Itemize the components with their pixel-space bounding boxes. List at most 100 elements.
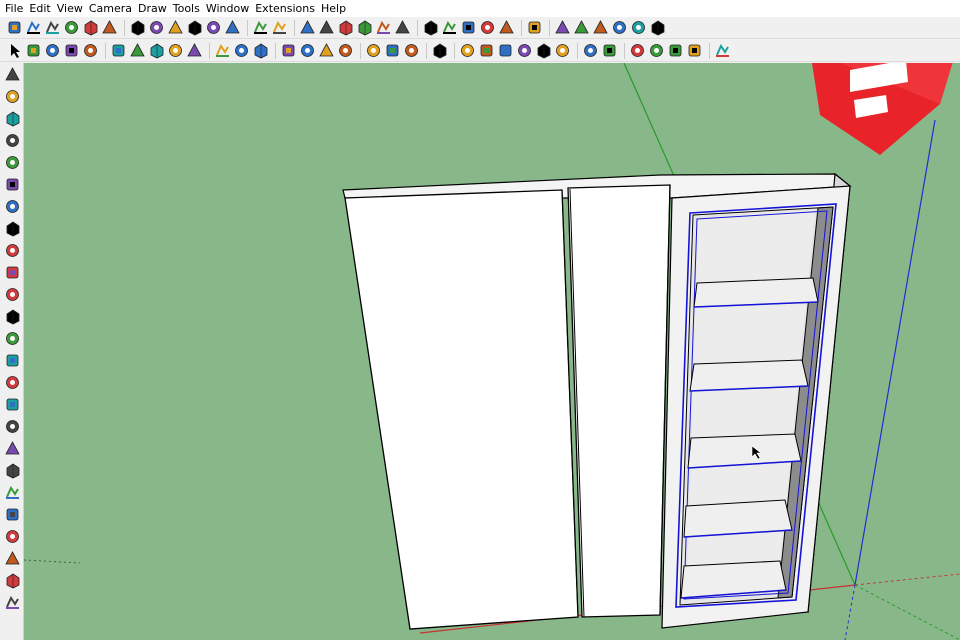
sandbox-smoove-icon[interactable] — [478, 42, 495, 59]
adjust-sliders-icon[interactable] — [2, 329, 22, 347]
home-icon[interactable] — [375, 19, 392, 36]
select-icon[interactable] — [6, 42, 23, 59]
cube-back-icon[interactable] — [82, 19, 99, 36]
cube-top-icon[interactable] — [25, 19, 42, 36]
zoom-icon[interactable] — [318, 42, 335, 59]
shelf[interactable] — [683, 499, 793, 538]
panel-g-icon[interactable] — [2, 527, 22, 545]
model-viewport[interactable] — [24, 63, 960, 640]
dc-options-icon[interactable] — [630, 19, 647, 36]
panel-f-icon[interactable] — [2, 505, 22, 523]
flask-icon[interactable] — [526, 19, 543, 36]
panel-h-icon[interactable] — [2, 549, 22, 567]
component-icon[interactable] — [299, 19, 316, 36]
section-plane-icon[interactable] — [129, 19, 146, 36]
pencil-icon[interactable] — [44, 42, 61, 59]
warning-icon[interactable] — [252, 19, 269, 36]
menu-tools[interactable]: Tools — [172, 0, 205, 17]
menu-camera[interactable]: Camera — [88, 0, 137, 17]
eraser-icon[interactable] — [25, 42, 42, 59]
ruby-console-icon[interactable] — [573, 19, 590, 36]
menu-draw[interactable]: Draw — [137, 0, 172, 17]
push-pull-icon[interactable] — [110, 42, 127, 59]
shelf[interactable] — [693, 277, 819, 308]
tape-measure-icon[interactable] — [214, 42, 231, 59]
ruby-icon[interactable] — [554, 19, 571, 36]
shelf[interactable] — [689, 359, 809, 392]
blank-icon[interactable] — [2, 153, 22, 171]
house-icon[interactable] — [337, 19, 354, 36]
panel-i-icon[interactable] — [2, 571, 22, 589]
gallery-icon[interactable] — [356, 19, 373, 36]
extension-c-icon[interactable] — [460, 19, 477, 36]
cube-right-icon[interactable] — [63, 19, 80, 36]
follow-me-icon[interactable] — [129, 42, 146, 59]
walk-icon[interactable] — [2, 131, 22, 149]
presentation-icon[interactable] — [649, 19, 666, 36]
panel-e-icon[interactable] — [2, 483, 22, 501]
settings-sliders-icon[interactable] — [2, 307, 22, 325]
menu-view[interactable]: View — [56, 0, 88, 17]
section-fill-icon[interactable] — [167, 19, 184, 36]
store-icon[interactable] — [394, 19, 411, 36]
rectangle-icon[interactable] — [82, 42, 99, 59]
extension-b-icon[interactable] — [441, 19, 458, 36]
paint-bucket-icon[interactable] — [252, 42, 269, 59]
menu-window[interactable]: Window — [205, 0, 254, 17]
orbit-icon[interactable] — [280, 42, 297, 59]
solid-union-icon[interactable] — [582, 42, 599, 59]
menu-help[interactable]: Help — [320, 0, 351, 17]
panel-d-icon[interactable] — [2, 461, 22, 479]
capture-icon[interactable] — [2, 263, 22, 281]
dynamic-component-icon[interactable] — [592, 19, 609, 36]
move-icon[interactable] — [148, 42, 165, 59]
menu-edit[interactable]: Edit — [28, 0, 55, 17]
pan-icon[interactable] — [299, 42, 316, 59]
shadow-icon[interactable] — [714, 42, 731, 59]
audio-icon[interactable] — [2, 285, 22, 303]
panel-c-icon[interactable] — [2, 439, 22, 457]
section-face-icon[interactable] — [224, 19, 241, 36]
photo-icon[interactable] — [2, 175, 22, 193]
cube-front-icon[interactable] — [44, 19, 61, 36]
style-xray-icon[interactable] — [629, 42, 646, 59]
style-hidden-line-icon[interactable] — [686, 42, 703, 59]
solid-outer-shell-icon[interactable] — [601, 42, 618, 59]
panel-j-icon[interactable] — [2, 593, 22, 611]
extension-a-icon[interactable] — [422, 19, 439, 36]
style-back-edges-icon[interactable] — [648, 42, 665, 59]
info-icon[interactable] — [2, 373, 22, 391]
left-door[interactable] — [344, 189, 579, 630]
zoom-extents-icon[interactable] — [337, 42, 354, 59]
sandbox-mesh-icon[interactable] — [459, 42, 476, 59]
sandbox-detail-icon[interactable] — [535, 42, 552, 59]
style-wireframe-icon[interactable] — [667, 42, 684, 59]
sandbox-drape-icon[interactable] — [516, 42, 533, 59]
chat-icon[interactable] — [2, 351, 22, 369]
cube-iso-icon[interactable] — [6, 19, 23, 36]
extension-manager-icon[interactable] — [431, 42, 448, 59]
arc-icon[interactable] — [63, 42, 80, 59]
menu-file[interactable]: File — [4, 0, 28, 17]
dc-attributes-icon[interactable] — [611, 19, 628, 36]
camera-position-icon[interactable] — [2, 109, 22, 127]
refresh-icon[interactable] — [2, 87, 22, 105]
menu-extensions[interactable]: Extensions — [254, 0, 320, 17]
tree-icon[interactable] — [2, 241, 22, 259]
section-cut-icon[interactable] — [148, 19, 165, 36]
shield-icon[interactable] — [2, 65, 22, 83]
text-icon[interactable] — [233, 42, 250, 59]
sandbox-flip-icon[interactable] — [554, 42, 571, 59]
section-display-icon[interactable] — [205, 19, 222, 36]
shield-plus-icon[interactable] — [2, 219, 22, 237]
send-to-layout-icon[interactable] — [403, 42, 420, 59]
extension-e-icon[interactable] — [498, 19, 515, 36]
rotate-icon[interactable] — [167, 42, 184, 59]
scale-icon[interactable] — [186, 42, 203, 59]
warehouse-icon[interactable] — [365, 42, 382, 59]
cube-left-icon[interactable] — [101, 19, 118, 36]
book-icon[interactable] — [318, 19, 335, 36]
sandbox-stamp-icon[interactable] — [497, 42, 514, 59]
right-door[interactable] — [567, 184, 671, 618]
section-toggle-icon[interactable] — [186, 19, 203, 36]
